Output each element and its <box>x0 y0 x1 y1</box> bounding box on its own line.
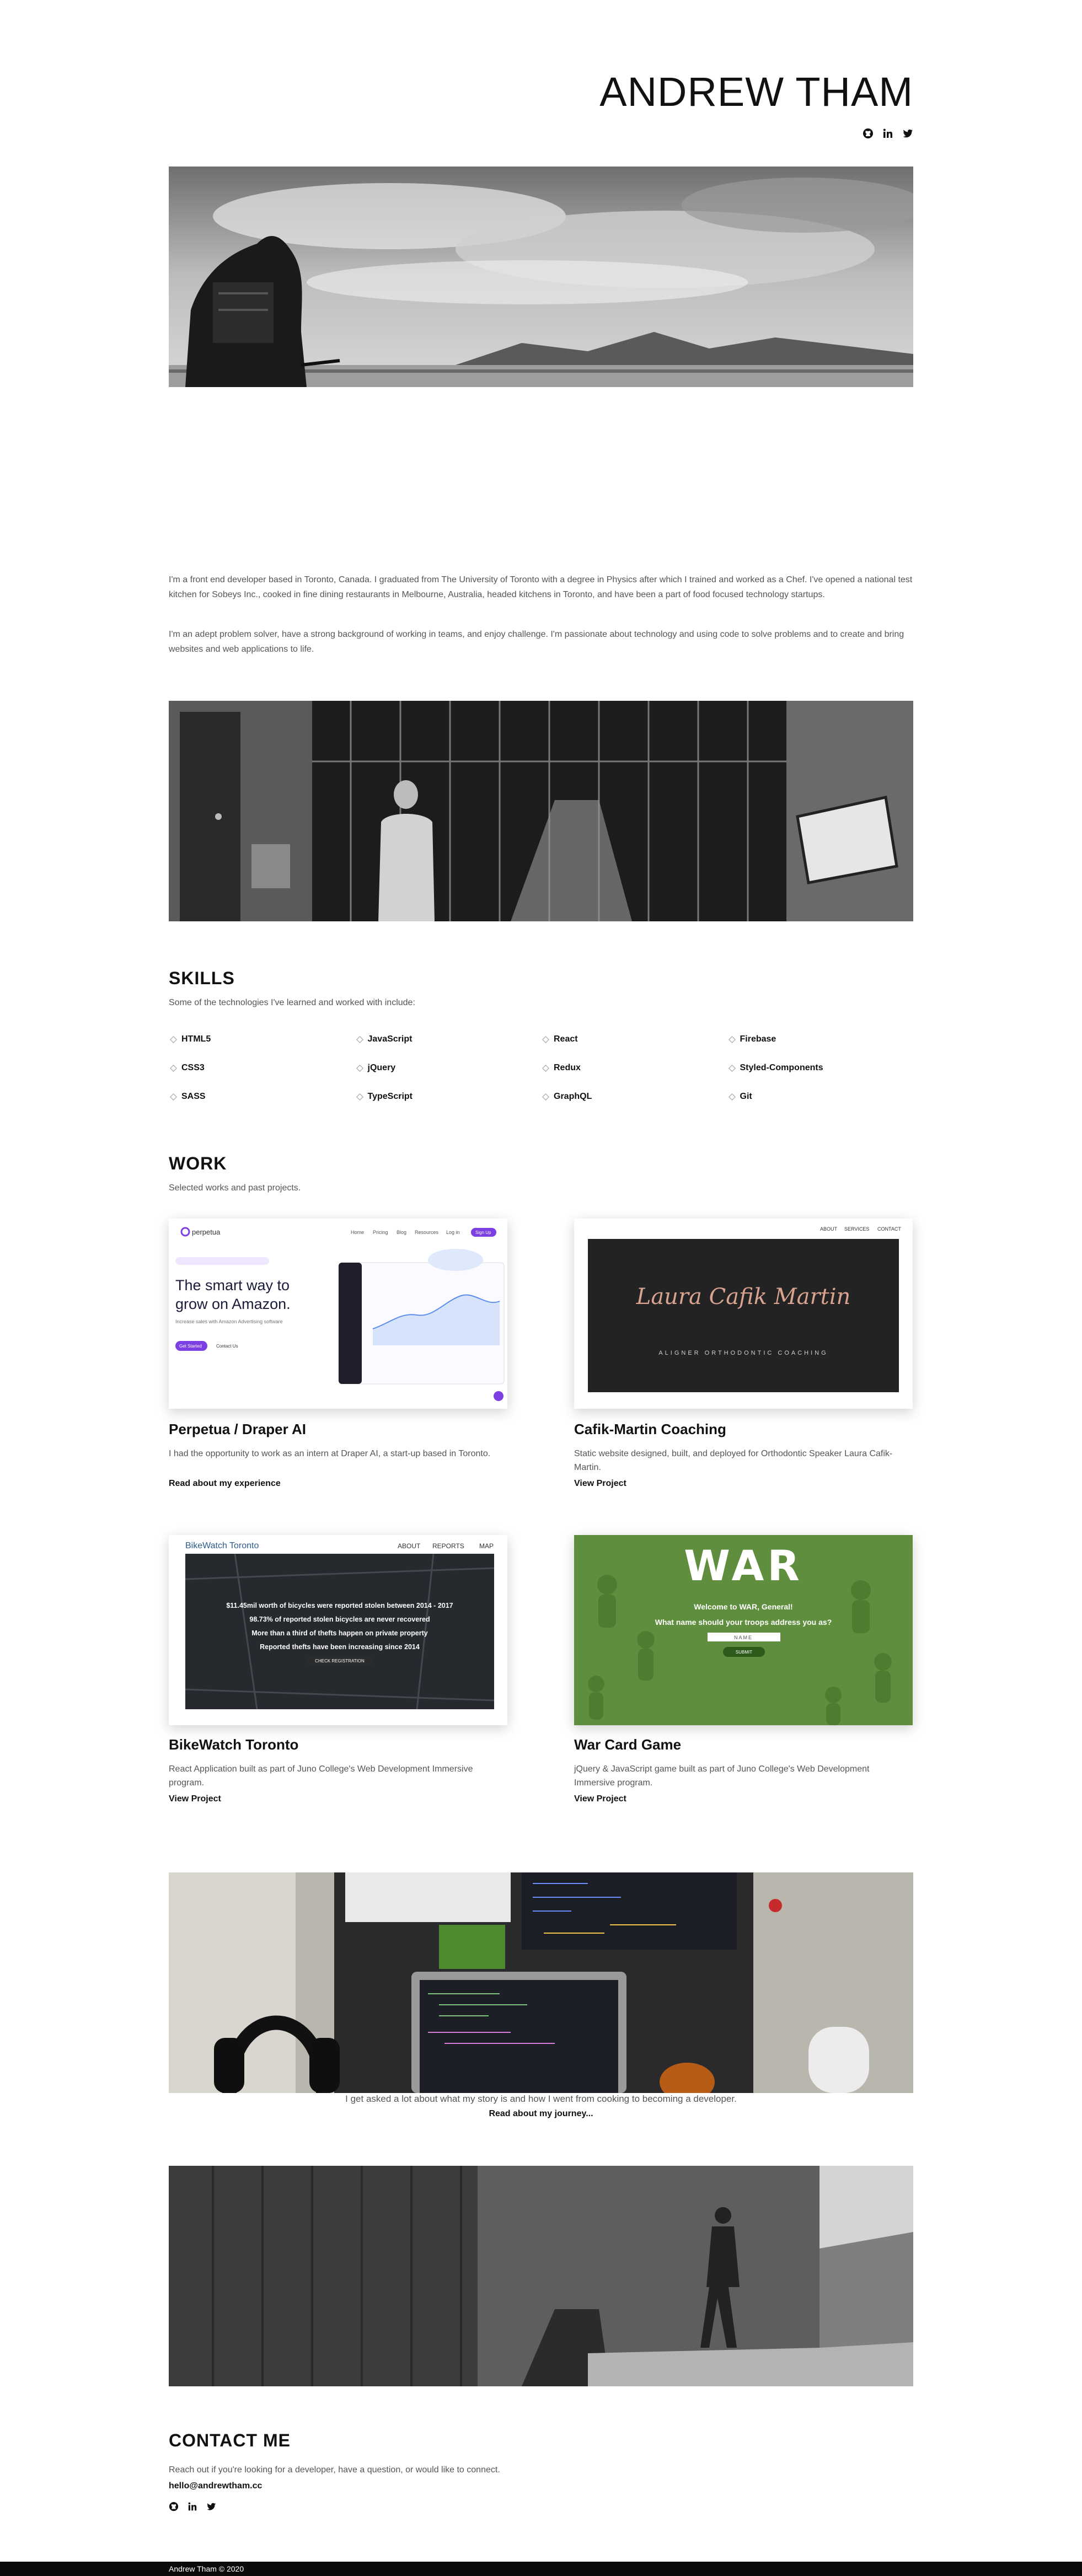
desk-photo <box>169 1872 913 2093</box>
project-title-cafik-martin: Cafik-Martin Coaching <box>574 1421 726 1437</box>
skills-subtitle: Some of the technologies I've learned an… <box>169 998 415 1007</box>
project-preview-bikewatch[interactable]: BikeWatch Toronto ABOUT REPORTS MAP $11.… <box>169 1535 507 1725</box>
work-subtitle: Selected works and past projects. <box>169 1183 301 1193</box>
skills-list: HTML5 JavaScript React Firebase CSS3 jQu… <box>169 1032 913 1104</box>
diamond-bullet-icon <box>728 1064 736 1072</box>
diamond-bullet-icon <box>170 1035 177 1043</box>
perpetua-logo: perpetua <box>192 1228 221 1236</box>
twitter-icon[interactable] <box>902 128 913 139</box>
svg-text:CHECK REGISTRATION: CHECK REGISTRATION <box>315 1659 365 1663</box>
linkedin-icon[interactable] <box>188 2502 197 2511</box>
project-title-perpetua: Perpetua / Draper AI <box>169 1421 307 1437</box>
diamond-bullet-icon <box>356 1035 363 1043</box>
contact-title: CONTACT ME <box>169 2430 291 2450</box>
contact-email-link[interactable]: hello@andrewtham.cc <box>169 2481 262 2491</box>
about-paragraph-1: I'm a front end developer based in Toron… <box>169 575 913 599</box>
svg-text:ABOUT: ABOUT <box>820 1226 838 1232</box>
svg-text:98.73% of reported stolen bicy: 98.73% of reported stolen bicycles are n… <box>249 1616 430 1623</box>
svg-text:REPORTS: REPORTS <box>432 1542 464 1550</box>
svg-text:Reported thefts have been incr: Reported thefts have been increasing sin… <box>260 1643 420 1651</box>
diamond-bullet-icon <box>170 1064 177 1072</box>
svg-text:ABOUT: ABOUT <box>398 1542 421 1550</box>
diamond-bullet-icon <box>170 1093 177 1101</box>
svg-text:SUBMIT: SUBMIT <box>736 1650 752 1655</box>
skill-item: SASS <box>169 1090 355 1104</box>
skill-item: TypeScript <box>355 1090 542 1104</box>
svg-text:Get Started: Get Started <box>179 1344 202 1349</box>
svg-text:BikeWatch Toronto: BikeWatch Toronto <box>185 1541 259 1550</box>
cafik-script-name: Laura Cafik Martin <box>636 1284 851 1310</box>
twitter-icon[interactable] <box>206 2502 216 2511</box>
skill-item: JavaScript <box>355 1032 542 1046</box>
svg-text:$11.45mil worth of bicycles we: $11.45mil worth of bicycles were reporte… <box>226 1602 453 1609</box>
project-title-bikewatch: BikeWatch Toronto <box>169 1736 299 1753</box>
project-preview-cafik-martin[interactable]: ABOUT SERVICES CONTACT Laura Cafik Marti… <box>574 1219 913 1409</box>
skill-item: React <box>541 1032 727 1046</box>
svg-text:CONTACT: CONTACT <box>877 1226 901 1232</box>
project-description-perpetua: I had the opportunity to work as an inte… <box>169 1449 491 1458</box>
site-title: ANDREW THAM <box>599 69 913 115</box>
story-text: I get asked a lot about what my story is… <box>345 2094 737 2104</box>
diamond-bullet-icon <box>542 1035 549 1043</box>
project-link-perpetua[interactable]: Read about my experience <box>169 1479 281 1489</box>
footer-copyright: Andrew Tham © 2020 <box>169 2564 244 2573</box>
project-description-bikewatch: React Application built as part of Juno … <box>169 1764 473 1788</box>
contact-subtitle: Reach out if you're looking for a develo… <box>169 2465 500 2475</box>
svg-text:Log in: Log in <box>446 1230 460 1235</box>
svg-text:Increase sales with Amazon Adv: Increase sales with Amazon Advertising s… <box>175 1319 283 1324</box>
about-paragraph-2: I'm an adept problem solver, have a stro… <box>169 630 904 654</box>
project-link-war[interactable]: View Project <box>574 1794 626 1804</box>
diamond-bullet-icon <box>728 1035 736 1043</box>
skill-item: Redux <box>541 1061 727 1075</box>
svg-text:MAP: MAP <box>479 1542 494 1550</box>
work-title: WORK <box>169 1153 227 1173</box>
story-link[interactable]: Read about my journey... <box>169 2109 913 2119</box>
svg-text:Contact Us: Contact Us <box>216 1344 238 1349</box>
header-social-links <box>863 128 913 139</box>
skill-item: Styled-Components <box>727 1061 914 1075</box>
project-link-bikewatch[interactable]: View Project <box>169 1794 221 1804</box>
project-preview-war[interactable]: WAR Welcome to WAR, General! What name s… <box>574 1535 913 1725</box>
contact-social-links <box>169 2502 216 2511</box>
svg-text:ALIGNER ORTHODONTIC COACHING: ALIGNER ORTHODONTIC COACHING <box>658 1350 828 1356</box>
skills-title: SKILLS <box>169 968 235 988</box>
svg-text:Resources: Resources <box>415 1230 439 1235</box>
skill-item: Git <box>727 1090 914 1104</box>
diamond-bullet-icon <box>542 1064 549 1072</box>
project-preview-perpetua[interactable]: perpetua Home Pricing Blog Resources Log… <box>169 1219 507 1409</box>
svg-text:The smart way to: The smart way to <box>175 1277 290 1294</box>
project-title-war: War Card Game <box>574 1736 682 1753</box>
svg-text:WAR: WAR <box>684 1541 803 1590</box>
skill-item: Firebase <box>727 1032 914 1046</box>
github-icon[interactable] <box>169 2502 179 2511</box>
svg-text:Home: Home <box>351 1230 364 1235</box>
svg-text:More than a third of thefts ha: More than a third of thefts happen on pr… <box>251 1629 428 1637</box>
svg-text:Sign Up: Sign Up <box>475 1230 491 1235</box>
svg-text:SERVICES: SERVICES <box>844 1226 869 1232</box>
diamond-bullet-icon <box>728 1093 736 1101</box>
diamond-bullet-icon <box>356 1064 363 1072</box>
project-description-war: jQuery & JavaScript game built as part o… <box>574 1764 870 1788</box>
diamond-bullet-icon <box>356 1093 363 1101</box>
restaurant-photo <box>169 701 913 921</box>
skill-item: jQuery <box>355 1061 542 1075</box>
skill-item: GraphQL <box>541 1090 727 1104</box>
farm-photo <box>169 2166 913 2386</box>
diamond-bullet-icon <box>542 1093 549 1101</box>
project-link-cafik-martin[interactable]: View Project <box>574 1479 626 1489</box>
svg-text:Blog: Blog <box>397 1230 406 1235</box>
skill-item: HTML5 <box>169 1032 355 1046</box>
svg-text:What name should your troops a: What name should your troops address you… <box>655 1618 832 1627</box>
svg-text:Pricing: Pricing <box>373 1230 388 1235</box>
svg-text:NAME: NAME <box>734 1635 753 1640</box>
project-description-cafik-martin: Static website designed, built, and depl… <box>574 1449 893 1472</box>
hero-photo <box>169 167 913 387</box>
github-icon[interactable] <box>863 128 874 139</box>
svg-text:Welcome to WAR, General!: Welcome to WAR, General! <box>694 1602 792 1611</box>
svg-text:grow on Amazon.: grow on Amazon. <box>175 1296 291 1312</box>
linkedin-icon[interactable] <box>882 128 893 139</box>
skill-item: CSS3 <box>169 1061 355 1075</box>
page: ANDREW THAM I'm a front end developer ba… <box>0 0 1082 2576</box>
footer: Andrew Tham © 2020 <box>0 2562 1082 2576</box>
